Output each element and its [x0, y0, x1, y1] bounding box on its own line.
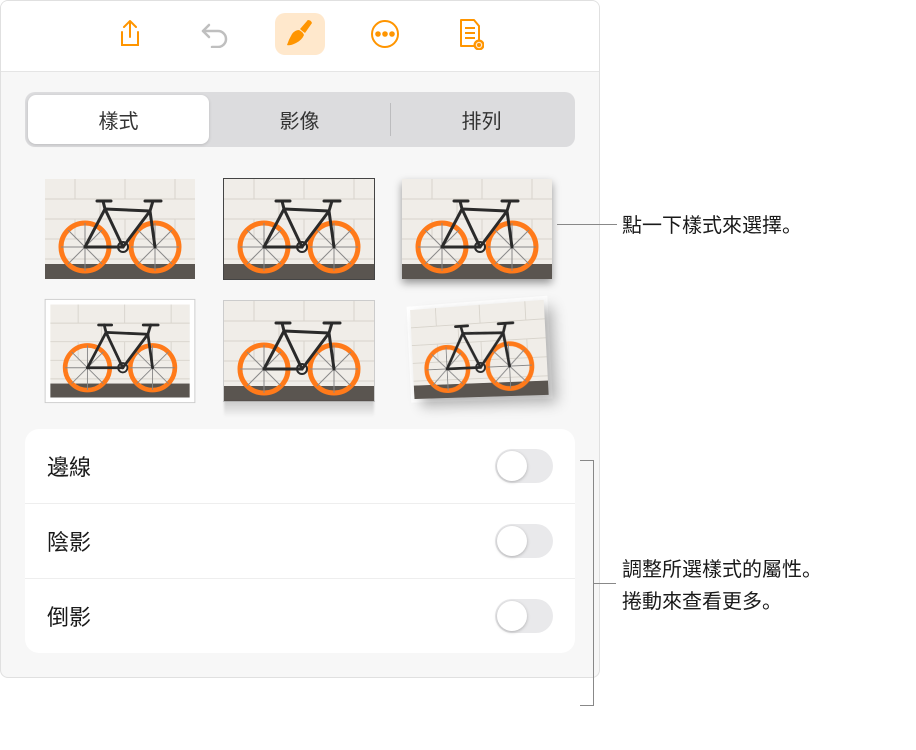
styles-grid — [1, 159, 599, 429]
document-button[interactable] — [445, 13, 495, 55]
option-border-row: 邊線 — [25, 429, 575, 504]
document-icon — [456, 18, 484, 50]
share-button[interactable] — [105, 13, 155, 55]
shadow-toggle[interactable] — [495, 524, 553, 558]
callout-line-2 — [594, 583, 616, 584]
more-button[interactable] — [360, 13, 410, 55]
tab-style[interactable]: 樣式 — [28, 95, 209, 144]
tab-arrange[interactable]: 排列 — [391, 95, 572, 144]
style-thumb-1[interactable] — [45, 179, 195, 279]
format-panel: 樣式 影像 排列 邊線 陰影 倒影 — [0, 0, 600, 678]
options-list: 邊線 陰影 倒影 — [25, 429, 575, 653]
reflection-toggle[interactable] — [495, 599, 553, 633]
segmented-control: 樣式 影像 排列 — [25, 92, 575, 147]
callout-properties: 調整所選樣式的屬性。 捲動來查看更多。 — [622, 554, 822, 618]
share-icon — [117, 19, 143, 49]
callout-properties-line1: 調整所選樣式的屬性。 — [622, 554, 822, 586]
style-thumb-5[interactable] — [224, 301, 374, 401]
option-reflection-row: 倒影 — [25, 579, 575, 653]
undo-icon — [200, 20, 230, 48]
tab-image[interactable]: 影像 — [209, 95, 390, 144]
style-thumb-4[interactable] — [50, 305, 190, 398]
reflection-label: 倒影 — [47, 600, 91, 632]
undo-button[interactable] — [190, 13, 240, 55]
brush-icon — [283, 18, 317, 50]
border-toggle[interactable] — [495, 449, 553, 483]
format-button[interactable] — [275, 13, 325, 55]
callout-style-tap: 點一下樣式來選擇。 — [622, 210, 802, 242]
callout-bracket — [580, 460, 594, 706]
border-label: 邊線 — [47, 450, 91, 482]
toolbar — [1, 1, 599, 72]
style-thumb-2[interactable] — [224, 179, 374, 279]
style-thumb-3[interactable] — [402, 179, 552, 279]
callout-line — [557, 224, 617, 225]
more-icon — [369, 18, 401, 50]
shadow-label: 陰影 — [47, 525, 91, 557]
callout-properties-line2: 捲動來查看更多。 — [622, 586, 822, 618]
option-shadow-row: 陰影 — [25, 504, 575, 579]
style-thumb-6[interactable] — [410, 300, 549, 399]
